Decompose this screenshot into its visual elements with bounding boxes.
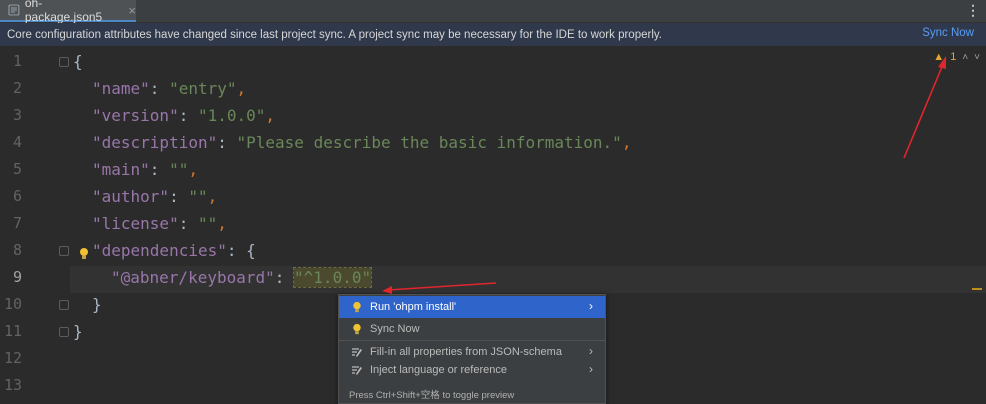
json-value: "" (197, 214, 218, 233)
sync-now-link[interactable]: Sync Now (922, 27, 974, 39)
code-line-8: "dependencies": { (92, 237, 256, 264)
menu-item-label: Fill-in all properties from JSON-schema (370, 346, 562, 358)
json-value: "entry" (169, 79, 237, 98)
code-line-11: } (73, 318, 83, 345)
lightbulb-icon[interactable] (79, 247, 89, 261)
line-number: 8 (12, 241, 22, 259)
brace: { (246, 241, 256, 260)
json-key: "name" (92, 79, 150, 98)
chevron-down-icon[interactable]: ˅ (974, 52, 980, 63)
pencil-icon (350, 363, 364, 377)
banner-message: Core configuration attributes have chang… (7, 28, 662, 41)
json-key: "@abner/keyboard" (111, 268, 275, 287)
json-key: "license" (92, 214, 179, 233)
popup-footer-hint: Press Ctrl+Shift+空格 to toggle preview (349, 390, 515, 401)
colon: : (149, 160, 170, 179)
line-gutter: 1 2 3 4 5 6 7 8 9 10 11 12 13 (0, 46, 58, 402)
line-number: 4 (12, 133, 22, 151)
fold-marker-icon[interactable] (59, 327, 69, 337)
comma: , (188, 160, 198, 179)
editor-tab-bar: oh-package.json5 × ⋮ (0, 0, 986, 24)
line-number: 1 (12, 52, 22, 70)
fold-marker-icon[interactable] (59, 246, 69, 256)
sync-notification-banner: Core configuration attributes have chang… (0, 23, 986, 46)
line-number: 11 (3, 322, 22, 340)
comma: , (217, 214, 227, 233)
line-number: 3 (12, 106, 22, 124)
comma: , (621, 133, 632, 152)
code-line-7: "license": "", (92, 210, 227, 237)
json-value: "1.0.0" (197, 106, 266, 125)
brace: } (73, 322, 83, 341)
tab-oh-package-json5[interactable]: oh-package.json5 × (0, 0, 136, 24)
menu-item-sync-now[interactable]: Sync Now (339, 318, 605, 340)
chevron-right-icon: › (589, 362, 593, 376)
comma: , (207, 187, 218, 206)
code-line-1: { (73, 48, 83, 75)
code-line-10: } (92, 291, 102, 318)
intention-actions-popup: Run 'ohpm install' › Sync Now Fill-in al… (338, 294, 606, 404)
json-value: "" (188, 187, 208, 206)
json-key: "dependencies" (92, 241, 227, 260)
colon: : (149, 79, 170, 98)
colon: : (226, 241, 247, 260)
menu-item-inject-language[interactable]: Inject language or reference › (339, 359, 605, 381)
code-line-9: "@abner/keyboard": "^1.0.0" (111, 264, 373, 291)
menu-item-label: Run 'ohpm install' (370, 301, 457, 313)
line-number: 6 (12, 187, 22, 205)
code-line-4: "description": "Please describe the basi… (92, 129, 631, 156)
json-key: "author" (92, 187, 170, 206)
chevron-right-icon: › (589, 299, 593, 313)
chevron-right-icon: › (589, 344, 593, 358)
line-number: 13 (3, 376, 22, 394)
menu-item-label: Inject language or reference (370, 364, 507, 376)
comma: , (236, 79, 247, 98)
inspection-widget[interactable]: ▲ 1 ˄ ˅ (933, 51, 980, 63)
line-number: 12 (3, 349, 22, 367)
colon: : (178, 106, 198, 125)
close-icon[interactable]: × (128, 4, 136, 17)
line-number: 7 (12, 214, 22, 232)
json-key: "main" (92, 160, 150, 179)
code-line-3: "version": "1.0.0", (92, 102, 275, 129)
json-value-highlighted[interactable]: "^1.0.0" (293, 267, 373, 288)
line-number: 2 (12, 79, 22, 97)
line-number: 10 (3, 295, 22, 313)
warning-count: 1 (950, 51, 957, 63)
bulb-icon (350, 322, 364, 336)
colon: : (274, 268, 295, 287)
json-key: "description" (92, 133, 218, 152)
menu-item-run-ohpm-install[interactable]: Run 'ohpm install' › (339, 296, 605, 318)
colon: : (217, 133, 237, 152)
fold-marker-icon[interactable] (59, 300, 69, 310)
line-number-active: 9 (12, 268, 22, 286)
json-key: "version" (92, 106, 179, 125)
menu-item-label: Sync Now (370, 323, 420, 335)
brace: { (73, 52, 83, 71)
code-line-2: "name": "entry", (92, 75, 246, 102)
warning-stripe-marker[interactable] (972, 288, 982, 290)
json-value: "Please describe the basic information." (236, 133, 622, 152)
line-number: 5 (12, 160, 22, 178)
tab-label: oh-package.json5 (24, 0, 103, 24)
json-value: "" (169, 160, 189, 179)
chevron-up-icon[interactable]: ˄ (962, 52, 968, 63)
colon: : (178, 214, 198, 233)
json-file-icon (8, 4, 20, 16)
warning-icon: ▲ (933, 51, 945, 63)
more-options-icon[interactable]: ⋮ (966, 2, 980, 18)
brace: } (92, 295, 102, 314)
code-line-6: "author": "", (92, 183, 217, 210)
fold-marker-icon[interactable] (59, 57, 69, 67)
code-line-5: "main": "", (92, 156, 198, 183)
bulb-icon (350, 300, 364, 314)
comma: , (265, 106, 276, 125)
pencil-icon (350, 345, 364, 359)
colon: : (169, 187, 189, 206)
